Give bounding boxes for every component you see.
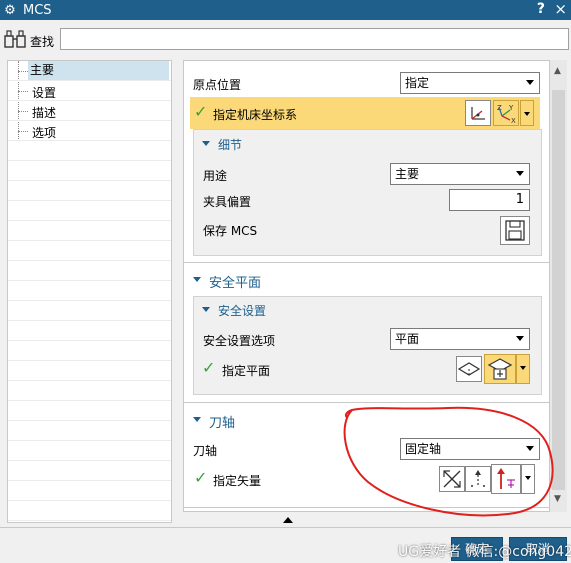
tree-item-label: 选项 <box>32 126 57 140</box>
close-button[interactable]: × <box>554 0 567 18</box>
collapse-icon[interactable] <box>202 307 210 312</box>
search-bar: 查找 <box>0 26 571 54</box>
tool-axis-label: 刀轴 <box>193 444 218 458</box>
safe-plane-header[interactable]: 安全平面 <box>209 272 261 291</box>
tree-item-label: 描述 <box>32 106 57 120</box>
panel-scrollbar[interactable]: ▲ ▼ <box>550 60 567 512</box>
navigation-tree: 主要 设置 描述 选项 <box>7 60 172 523</box>
purpose-dropdown[interactable]: 主要 <box>390 163 530 185</box>
origin-label: 原点位置 <box>193 78 242 92</box>
save-mcs-label: 保存 MCS <box>203 224 258 238</box>
tree-item-settings[interactable]: 设置 <box>8 81 171 101</box>
safe-settings-header[interactable]: 安全设置 <box>218 302 266 319</box>
zc-axis-icon[interactable] <box>491 464 521 494</box>
tree-item-label: 主要 <box>28 61 169 80</box>
floppy-disk-icon <box>505 220 525 241</box>
specify-plane-label: 指定平面 <box>222 364 271 378</box>
chevron-down-icon <box>526 80 534 85</box>
scroll-up-icon[interactable]: ▲ <box>554 66 561 76</box>
window-title: MCS <box>23 2 52 18</box>
binoculars-icon <box>4 30 26 48</box>
search-input[interactable] <box>60 28 569 50</box>
csys-dropdown-button[interactable] <box>520 100 534 126</box>
tree-item-label: 设置 <box>32 86 57 100</box>
vector-dropdown-button[interactable] <box>521 464 535 494</box>
chevron-down-icon <box>516 171 524 176</box>
origin-dropdown[interactable]: 指定 <box>400 72 540 94</box>
collapse-panel-icon[interactable] <box>283 517 293 523</box>
tree-item-options[interactable]: 选项 <box>8 121 171 141</box>
checkmark-icon: ✓ <box>194 468 208 487</box>
chevron-down-icon <box>516 336 524 341</box>
safe-option-dropdown[interactable]: 平面 <box>390 328 530 350</box>
checkmark-icon: ✓ <box>194 102 208 121</box>
fixture-offset-label: 夹具偏置 <box>203 195 252 209</box>
title-bar: ⚙ MCS ? × <box>0 0 571 20</box>
purpose-label: 用途 <box>203 169 228 183</box>
chevron-down-icon <box>526 446 534 451</box>
gear-icon[interactable]: ⚙ <box>1 3 19 18</box>
details-header[interactable]: 细节 <box>218 136 242 153</box>
tool-axis-dropdown[interactable]: 固定轴 <box>400 438 540 460</box>
plane-dialog-icon[interactable] <box>456 356 482 382</box>
safe-option-label: 安全设置选项 <box>203 334 276 348</box>
reverse-direction-icon[interactable] <box>465 466 491 492</box>
watermark-text: UG爱好者 微信:@cong0425 <box>398 544 571 560</box>
save-mcs-button[interactable] <box>500 216 530 245</box>
plane-dropdown-button[interactable] <box>516 354 530 384</box>
csys-axes-icon[interactable]: ZYX <box>493 100 519 126</box>
fixture-offset-input[interactable]: 1 <box>449 189 530 211</box>
checkmark-icon: ✓ <box>202 358 216 377</box>
scroll-down-icon[interactable]: ▼ <box>554 494 561 504</box>
tree-item-description[interactable]: 描述 <box>8 101 171 121</box>
csys-dialog-icon[interactable] <box>465 100 491 126</box>
tool-axis-header[interactable]: 刀轴 <box>209 412 235 431</box>
collapse-icon[interactable] <box>193 277 201 282</box>
help-button[interactable]: ? <box>537 1 545 17</box>
plane-inferred-icon[interactable] <box>484 354 516 384</box>
vector-dialog-icon[interactable] <box>439 466 465 492</box>
collapse-icon[interactable] <box>193 417 201 422</box>
tree-item-main[interactable]: 主要 <box>8 61 171 81</box>
scroll-thumb[interactable] <box>552 90 565 490</box>
collapse-icon[interactable] <box>202 141 210 146</box>
svg-text:X: X <box>511 117 516 125</box>
properties-panel: 原点位置 指定 ✓ 指定机床坐标系 ZYX 细节 用途 主要 夹具偏置 1 保存… <box>183 60 550 512</box>
search-label: 查找 <box>30 35 55 49</box>
specify-vector-label: 指定矢量 <box>213 474 262 488</box>
specify-mcs-label: 指定机床坐标系 <box>213 108 298 122</box>
